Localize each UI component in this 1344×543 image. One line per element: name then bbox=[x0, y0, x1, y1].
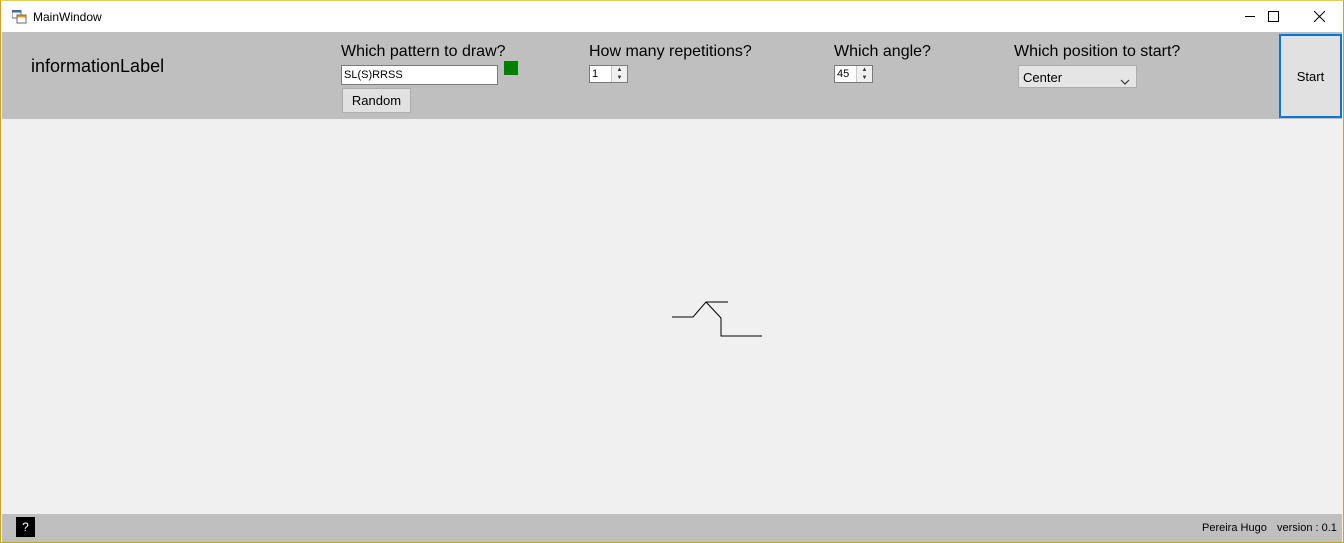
pattern-path bbox=[672, 301, 728, 318]
close-button[interactable] bbox=[1296, 1, 1342, 32]
repetitions-label: How many repetitions? bbox=[589, 43, 752, 60]
position-select[interactable]: Center bbox=[1018, 65, 1137, 88]
app-icon bbox=[11, 9, 27, 24]
repetitions-value: 1 bbox=[592, 68, 599, 80]
information-label: informationLabel bbox=[31, 56, 165, 76]
spinner-down-icon[interactable]: ▼ bbox=[612, 74, 627, 82]
spinner-arrows: ▲ ▼ bbox=[856, 66, 872, 82]
author-label: Pereira Hugo bbox=[1202, 522, 1267, 534]
position-selected-value: Center bbox=[1023, 70, 1063, 85]
repetitions-spinner[interactable]: 1 ▲ ▼ bbox=[589, 65, 628, 83]
pattern-input[interactable]: SL(S)RRSS bbox=[341, 65, 498, 85]
close-icon bbox=[1313, 11, 1325, 22]
pattern-path-branch bbox=[705, 301, 762, 337]
status-bar: ? Pereira Hugo version : 0.1 bbox=[2, 514, 1342, 542]
start-button[interactable]: Start bbox=[1279, 34, 1342, 118]
angle-spinner[interactable]: 45 ▲ ▼ bbox=[834, 65, 873, 83]
spinner-up-icon[interactable]: ▲ bbox=[612, 66, 627, 74]
position-label: Which position to start? bbox=[1014, 43, 1181, 60]
window-title: MainWindow bbox=[33, 10, 102, 24]
angle-label: Which angle? bbox=[834, 43, 931, 60]
help-button[interactable]: ? bbox=[16, 517, 35, 537]
pattern-valid-indicator bbox=[504, 61, 518, 75]
spinner-up-icon[interactable]: ▲ bbox=[857, 66, 872, 74]
angle-value: 45 bbox=[837, 68, 850, 80]
pattern-label: Which pattern to draw? bbox=[341, 43, 506, 60]
maximize-button[interactable] bbox=[1250, 1, 1296, 32]
chevron-down-icon bbox=[1120, 73, 1130, 91]
drawing-canvas bbox=[2, 119, 1342, 514]
version-label: version : 0.1 bbox=[1277, 522, 1337, 534]
main-window: MainWindow informationLabel Which patter… bbox=[0, 0, 1344, 543]
maximize-icon bbox=[1267, 11, 1279, 22]
options-toolbar: informationLabel Which pattern to draw? … bbox=[2, 32, 1342, 119]
pattern-drawing bbox=[672, 301, 762, 337]
spinner-down-icon[interactable]: ▼ bbox=[857, 74, 872, 82]
random-button[interactable]: Random bbox=[342, 88, 411, 113]
title-bar[interactable]: MainWindow bbox=[1, 1, 1343, 32]
spinner-arrows: ▲ ▼ bbox=[611, 66, 627, 82]
